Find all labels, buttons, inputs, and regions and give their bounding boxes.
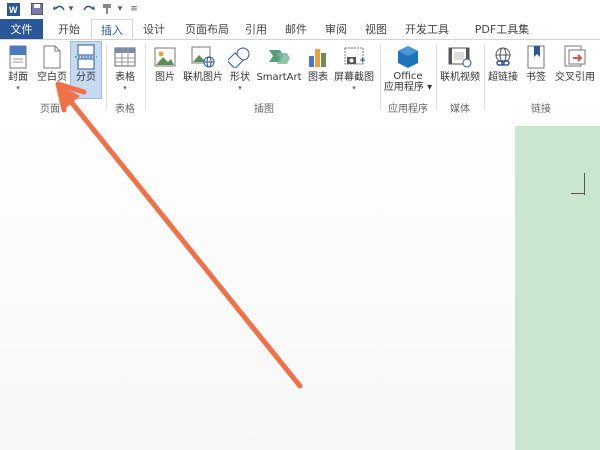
tab-insert[interactable]: 插入 [91,19,133,39]
cross-reference-icon [562,44,588,70]
customize-qat-icon[interactable]: ≡ [130,2,138,16]
blank-page-icon [39,44,65,70]
page-break-button[interactable]: 分页 [70,41,102,99]
tab-home[interactable]: 开始 [52,19,86,38]
shapes-icon [227,44,253,70]
format-painter-dropdown-icon[interactable]: ▾ [116,2,124,16]
tab-view[interactable]: 视图 [360,19,392,38]
document-page[interactable] [515,126,600,450]
bookmark-icon [523,44,549,70]
screenshot-label: 屏幕截图 [334,72,374,83]
chevron-down-icon: ▾ [123,84,127,92]
blank-page-label: 空白页 [37,72,67,83]
cover-page-icon [5,44,31,70]
tab-file[interactable]: 文件 [0,19,43,39]
svg-text:W: W [9,5,18,15]
table-group-label: 表格 [115,104,135,115]
document-area[interactable] [0,115,600,450]
online-pictures-label: 联机图片 [183,72,223,83]
ribbon-tab-bar: 文件 开始 插入 设计 页面布局 引用 邮件 审阅 视图 开发工具 PDF工具集 [0,19,600,39]
illustrations-group-label: 插图 [254,104,274,115]
table-icon [112,44,138,70]
online-video-label: 联机视频 [440,72,480,83]
tab-pdf-tools[interactable]: PDF工具集 [466,19,538,38]
page-break-label: 分页 [76,72,96,83]
save-icon[interactable] [30,2,44,16]
screenshot-icon [341,44,367,70]
ribbon-insert: 封面 ▾ 空白页 分页 页面 表格 ▾ 表格 图片 联机图片 形状 ▾ Smar… [0,39,600,116]
group-divider [145,44,146,110]
office-apps-label-text: 应用程序 [383,82,424,93]
chart-button[interactable]: 图表 [304,42,332,98]
office-apps-button[interactable]: Office 应用程序 ▾ [383,42,433,98]
group-divider [484,44,485,110]
bookmark-label: 书签 [526,72,546,83]
tab-review[interactable]: 审阅 [320,19,352,38]
cross-reference-button[interactable]: 交叉引用 [552,42,598,98]
quick-access-toolbar: W ▾ ▾ ≡ [0,0,600,19]
smartart-button[interactable]: SmartArt [256,42,302,98]
online-video-button[interactable]: 联机视频 [438,42,482,98]
pictures-label: 图片 [155,72,175,83]
blank-page-button[interactable]: 空白页 [35,42,69,98]
media-group-label: 媒体 [450,104,470,115]
office-store-icon [395,44,421,70]
bookmark-button[interactable]: 书签 [522,42,550,98]
table-button[interactable]: 表格 ▾ [110,42,140,98]
hyperlink-label: 超链接 [488,72,518,83]
group-divider [436,44,437,110]
text-cursor [584,173,585,195]
chart-icon [305,44,331,70]
word-logo-icon: W [6,2,20,16]
redo-icon[interactable] [82,2,96,16]
tab-design[interactable]: 设计 [138,19,170,38]
online-video-icon [447,44,473,70]
cover-page-button[interactable]: 封面 ▾ [4,42,32,98]
margin-corner-mark [571,193,585,194]
online-picture-icon [190,44,216,70]
undo-icon[interactable] [52,2,66,16]
smartart-icon [266,44,292,70]
online-pictures-button[interactable]: 联机图片 [181,42,225,98]
pages-group-label: 页面 [40,104,60,115]
shapes-label: 形状 [230,72,250,83]
hyperlink-icon [490,44,516,70]
format-painter-icon[interactable] [100,2,114,16]
tab-developer[interactable]: 开发工具 [398,19,456,38]
office-apps-label-line2: 应用程序 ▾ [383,82,433,93]
chevron-down-icon: ▾ [16,84,20,92]
group-divider [106,44,107,110]
chevron-down-icon: ▾ [238,84,242,92]
pictures-button[interactable]: 图片 [150,42,180,98]
shapes-button[interactable]: 形状 ▾ [226,42,254,98]
apps-group-label: 应用程序 [388,104,428,115]
tab-references[interactable]: 引用 [240,19,272,38]
table-label: 表格 [115,72,135,83]
page-break-icon [73,44,99,70]
undo-dropdown-icon[interactable]: ▾ [67,2,75,16]
cover-page-label: 封面 [8,72,28,83]
office-apps-label-line1: Office [393,71,423,82]
picture-icon [152,44,178,70]
smartart-label: SmartArt [256,72,302,83]
screenshot-button[interactable]: 屏幕截图 ▾ [333,42,375,98]
cross-reference-label: 交叉引用 [555,72,595,83]
chart-label: 图表 [308,72,328,83]
tab-page-layout[interactable]: 页面布局 [178,19,236,38]
links-group-label: 链接 [531,104,551,115]
tab-mailings[interactable]: 邮件 [280,19,312,38]
group-divider [380,44,381,110]
hyperlink-button[interactable]: 超链接 [486,42,520,98]
chevron-down-icon: ▾ [352,84,356,92]
